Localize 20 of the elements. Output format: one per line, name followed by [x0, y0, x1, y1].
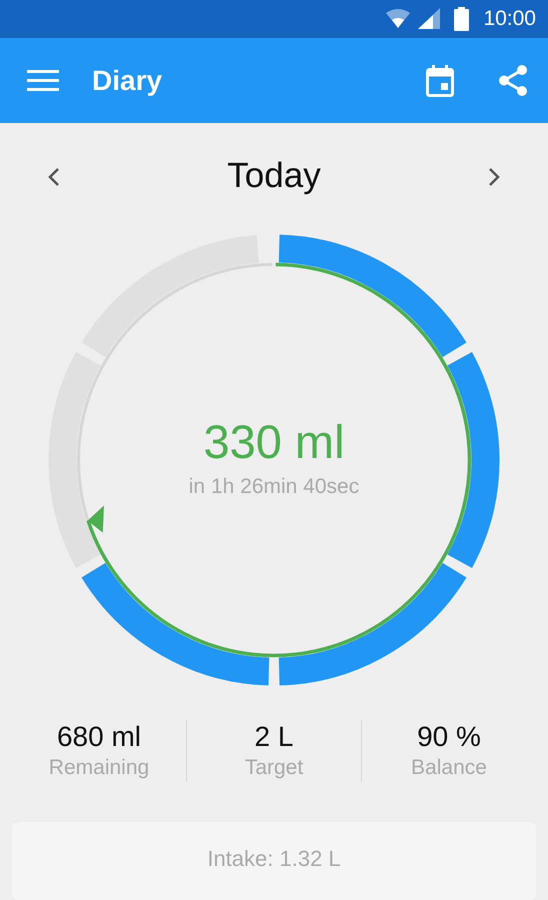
stat-value: 2 L [254, 720, 294, 754]
intake-text: Intake: 1.32 L [207, 846, 341, 873]
date-label: Today [227, 156, 321, 196]
stat-value: 90 % [417, 720, 481, 754]
stat-label: Target [244, 755, 304, 781]
stat-label: Remaining [48, 755, 150, 781]
battery-icon [454, 7, 470, 31]
status-time: 10:00 [483, 7, 536, 31]
stat-value: 680 ml [56, 720, 142, 754]
next-day-icon[interactable] [487, 166, 501, 186]
app-title: Diary [92, 64, 164, 96]
menu-icon[interactable] [27, 70, 59, 92]
calendar-icon[interactable] [426, 64, 454, 96]
stat-label: Balance [411, 755, 487, 781]
signal-icon [418, 8, 440, 30]
share-icon[interactable] [498, 64, 528, 97]
wifi-icon [386, 9, 410, 29]
next-intake-amount: 330 ml [203, 415, 345, 469]
countdown-text: in 1h 26min 40sec [188, 475, 360, 499]
previous-day-icon[interactable] [47, 166, 61, 186]
